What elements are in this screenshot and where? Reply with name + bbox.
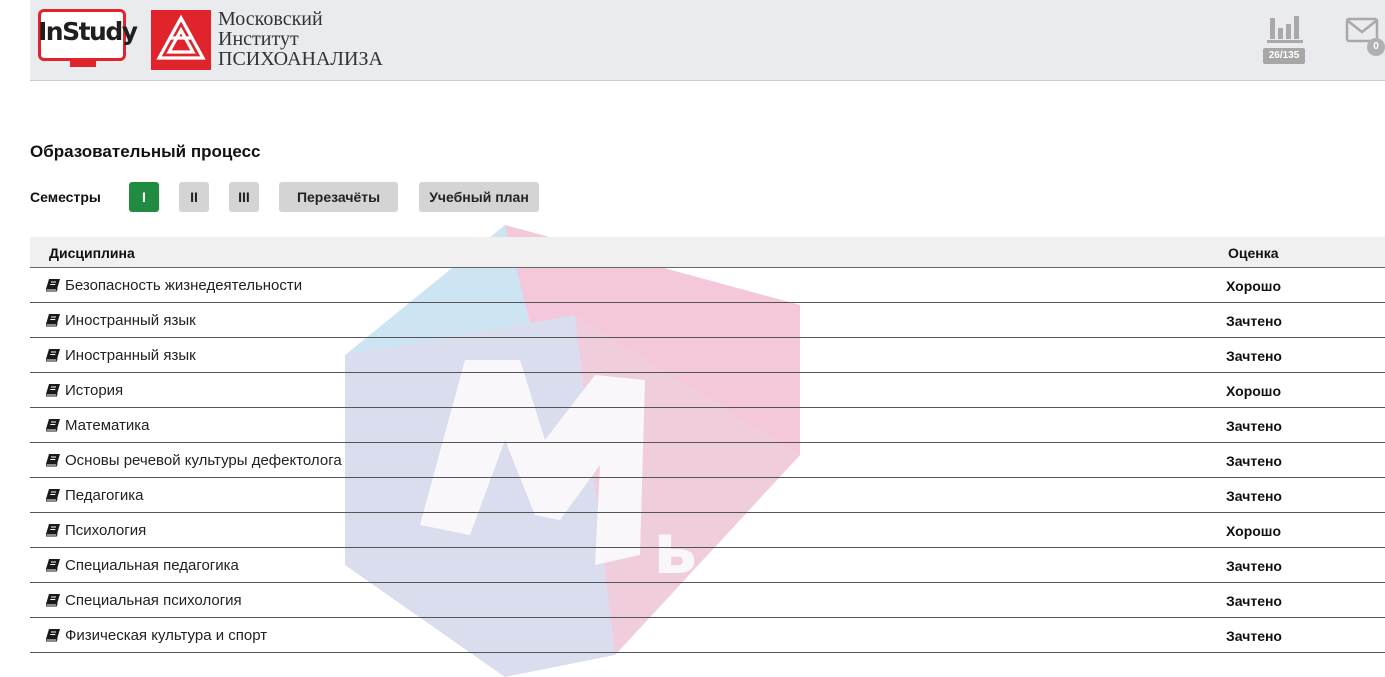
column-header-discipline: Дисциплина bbox=[49, 245, 135, 261]
book-icon bbox=[46, 524, 60, 537]
grades-table: Дисциплина Оценка Безопасность жизнедеят… bbox=[30, 237, 1385, 653]
column-header-grade: Оценка bbox=[1228, 245, 1279, 261]
semester-3-button[interactable]: III bbox=[229, 182, 259, 212]
discipline-link[interactable]: Иностранный язык bbox=[65, 312, 196, 329]
grade-value: Хорошо bbox=[1226, 523, 1282, 539]
grade-value: Зачтено bbox=[1226, 593, 1282, 609]
book-icon bbox=[46, 279, 60, 292]
mail-count-badge: 0 bbox=[1367, 38, 1385, 56]
bar-chart-icon bbox=[1267, 16, 1303, 43]
institute-name-line-3: ПСИХОАНАЛИЗА bbox=[218, 48, 383, 70]
grade-value: Хорошо bbox=[1226, 278, 1282, 294]
discipline-link[interactable]: Безопасность жизнедеятельности bbox=[65, 277, 302, 294]
discipline-link[interactable]: Математика bbox=[65, 417, 150, 434]
book-icon bbox=[46, 559, 60, 572]
table-row[interactable]: Специальная психология Зачтено bbox=[30, 583, 1385, 618]
table-row[interactable]: Математика Зачтено bbox=[30, 408, 1385, 443]
book-icon bbox=[46, 454, 60, 467]
messages-widget[interactable]: 0 bbox=[1345, 16, 1385, 58]
institute-name-line-1: Московский bbox=[218, 8, 323, 30]
book-icon bbox=[46, 629, 60, 642]
curriculum-button[interactable]: Учебный план bbox=[419, 182, 539, 212]
grade-value: Зачтено bbox=[1226, 628, 1282, 644]
instudy-logo-stand bbox=[70, 61, 96, 67]
discipline-link[interactable]: Основы речевой культуры дефектолога bbox=[65, 452, 342, 469]
grade-value: Зачтено bbox=[1226, 488, 1282, 504]
discipline-link[interactable]: Иностранный язык bbox=[65, 347, 196, 364]
grade-value: Хорошо bbox=[1226, 383, 1282, 399]
discipline-link[interactable]: Специальная педагогика bbox=[65, 557, 239, 574]
discipline-link[interactable]: Педагогика bbox=[65, 487, 143, 504]
semester-1-button[interactable]: I bbox=[129, 182, 159, 212]
table-row[interactable]: Безопасность жизнедеятельности Хорошо bbox=[30, 268, 1385, 303]
grade-value: Зачтено bbox=[1226, 313, 1282, 329]
book-icon bbox=[46, 349, 60, 362]
table-row[interactable]: Физическая культура и спорт Зачтено bbox=[30, 618, 1385, 653]
top-header: InStudy Московский Институт ПСИХОАНАЛИЗА bbox=[30, 0, 1385, 81]
page-title: Образовательный процесс bbox=[30, 142, 261, 161]
grade-value: Зачтено bbox=[1226, 558, 1282, 574]
discipline-link[interactable]: Специальная психология bbox=[65, 592, 242, 609]
discipline-link[interactable]: История bbox=[65, 382, 123, 399]
discipline-link[interactable]: Физическая культура и спорт bbox=[65, 627, 267, 644]
progress-stats-widget[interactable]: 26/135 bbox=[1263, 14, 1307, 66]
stats-badge: 26/135 bbox=[1263, 48, 1305, 64]
book-icon bbox=[46, 419, 60, 432]
table-row[interactable]: Иностранный язык Зачтено bbox=[30, 303, 1385, 338]
book-icon bbox=[46, 384, 60, 397]
table-body: Безопасность жизнедеятельности Хорошо Ин… bbox=[30, 268, 1385, 653]
grade-value: Зачтено bbox=[1226, 348, 1282, 364]
table-header: Дисциплина Оценка bbox=[30, 237, 1385, 268]
instudy-logo[interactable]: InStudy bbox=[38, 9, 138, 67]
grade-value: Зачтено bbox=[1226, 418, 1282, 434]
table-row[interactable]: Педагогика Зачтено bbox=[30, 478, 1385, 513]
book-icon bbox=[46, 314, 60, 327]
institute-name: Московский Институт ПСИХОАНАЛИЗА bbox=[218, 9, 383, 69]
credit-transfers-button[interactable]: Перезачёты bbox=[279, 182, 398, 212]
book-icon bbox=[46, 594, 60, 607]
table-row[interactable]: История Хорошо bbox=[30, 373, 1385, 408]
table-row[interactable]: Иностранный язык Зачтено bbox=[30, 338, 1385, 373]
institute-name-line-2: Институт bbox=[218, 28, 299, 50]
semesters-label: Семестры bbox=[30, 189, 101, 205]
semester-2-button[interactable]: II bbox=[179, 182, 209, 212]
table-row[interactable]: Основы речевой культуры дефектолога Зачт… bbox=[30, 443, 1385, 478]
table-row[interactable]: Психология Хорошо bbox=[30, 513, 1385, 548]
grade-value: Зачтено bbox=[1226, 453, 1282, 469]
institute-logo[interactable] bbox=[151, 10, 211, 70]
instudy-logo-text: InStudy bbox=[38, 17, 138, 46]
table-row[interactable]: Специальная педагогика Зачтено bbox=[30, 548, 1385, 583]
discipline-link[interactable]: Психология bbox=[65, 522, 146, 539]
book-icon bbox=[46, 489, 60, 502]
